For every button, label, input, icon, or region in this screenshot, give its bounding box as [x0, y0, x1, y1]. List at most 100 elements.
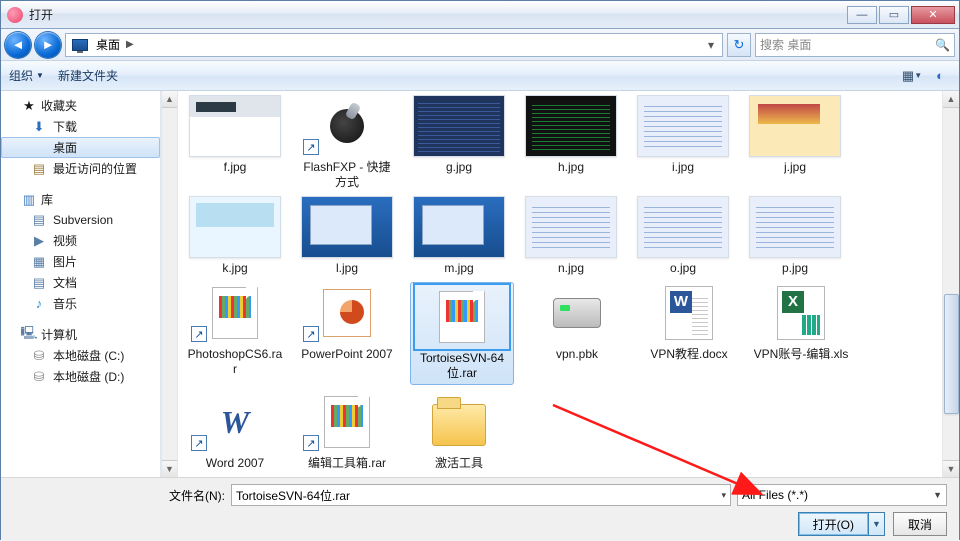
- document-icon: ▤: [31, 275, 47, 291]
- filetype-select[interactable]: All Files (*.*)▼: [737, 484, 947, 506]
- file-item[interactable]: o.jpg: [634, 196, 732, 276]
- file-label: VPN账号-编辑.xls: [754, 347, 849, 362]
- file-item[interactable]: f.jpg: [186, 95, 284, 190]
- open-dropdown[interactable]: ▼: [869, 512, 885, 536]
- desktop-icon: [31, 140, 47, 156]
- sidebar: ★收藏夹 ⬇下载 桌面 ▤最近访问的位置 ▥库 ▤Subversion ▶视频 …: [1, 91, 161, 477]
- breadcrumb-item[interactable]: 桌面: [92, 36, 124, 53]
- shortcut-icon: ↗: [303, 435, 319, 451]
- filename-input[interactable]: TortoiseSVN-64位.rar▾: [231, 484, 731, 506]
- file-thumbnail: [531, 282, 623, 344]
- file-thumbnail: ↗: [301, 391, 393, 453]
- cancel-button[interactable]: 取消: [893, 512, 947, 536]
- minimize-button[interactable]: —: [847, 6, 877, 24]
- file-label: PhotoshopCS6.rar: [186, 347, 284, 377]
- sidebar-item-documents[interactable]: ▤文档: [1, 272, 160, 293]
- close-button[interactable]: ✕: [911, 6, 955, 24]
- sidebar-scrollbar[interactable]: ▲ ▼: [161, 91, 178, 477]
- file-scrollbar[interactable]: ▲ ▼: [942, 91, 959, 477]
- computer-header[interactable]: 🖳计算机: [1, 324, 160, 345]
- file-thumbnail: W↗: [189, 391, 281, 453]
- file-item[interactable]: ↗编辑工具箱.rar: [298, 391, 396, 471]
- sidebar-item-drive-d[interactable]: ⛁本地磁盘 (D:): [1, 366, 160, 387]
- drive-icon: ⛁: [31, 369, 47, 385]
- file-item[interactable]: h.jpg: [522, 95, 620, 190]
- file-thumbnail: [416, 286, 508, 348]
- file-thumbnail: [643, 282, 735, 344]
- download-icon: ⬇: [31, 119, 47, 135]
- file-item[interactable]: m.jpg: [410, 196, 508, 276]
- drive-icon: ⛁: [31, 348, 47, 364]
- maximize-button[interactable]: ▭: [879, 6, 909, 24]
- file-item[interactable]: g.jpg: [410, 95, 508, 190]
- sidebar-computer: 🖳计算机 ⛁本地磁盘 (C:) ⛁本地磁盘 (D:): [1, 324, 160, 387]
- sidebar-item-music[interactable]: ♪音乐: [1, 293, 160, 314]
- file-label: VPN教程.docx: [650, 347, 727, 362]
- file-label: p.jpg: [782, 261, 808, 276]
- file-thumbnail: [755, 282, 847, 344]
- file-thumbnail: [637, 196, 729, 258]
- file-label: FlashFXP - 快捷方式: [298, 160, 396, 190]
- address-dropdown[interactable]: ▾: [702, 38, 720, 52]
- sidebar-item-videos[interactable]: ▶视频: [1, 230, 160, 251]
- file-item[interactable]: vpn.pbk: [528, 282, 626, 385]
- back-button[interactable]: ◄: [5, 32, 31, 58]
- organize-button[interactable]: 组织▼: [9, 67, 44, 84]
- scrollbar-thumb[interactable]: [944, 294, 959, 414]
- file-pane[interactable]: f.jpg↗FlashFXP - 快捷方式g.jpgh.jpgi.jpgj.jp…: [178, 91, 942, 477]
- search-placeholder: 搜索 桌面: [760, 36, 811, 53]
- library-icon: ▥: [21, 192, 37, 208]
- sidebar-item-downloads[interactable]: ⬇下载: [1, 116, 160, 137]
- address-bar[interactable]: 桌面 ▶ ▾: [65, 33, 723, 57]
- file-item[interactable]: W↗Word 2007: [186, 391, 284, 471]
- sidebar-item-drive-c[interactable]: ⛁本地磁盘 (C:): [1, 345, 160, 366]
- file-item[interactable]: p.jpg: [746, 196, 844, 276]
- file-item[interactable]: TortoiseSVN-64位.rar: [410, 282, 514, 385]
- file-item[interactable]: ↗PowerPoint 2007: [298, 282, 396, 385]
- search-input[interactable]: 搜索 桌面 🔍: [755, 33, 955, 57]
- scroll-down-icon[interactable]: ▼: [162, 460, 177, 477]
- file-thumbnail: [749, 95, 841, 157]
- file-icon: ▤: [31, 212, 47, 228]
- file-item[interactable]: j.jpg: [746, 95, 844, 190]
- file-thumbnail: [525, 95, 617, 157]
- sidebar-item-subversion[interactable]: ▤Subversion: [1, 210, 160, 230]
- file-label: f.jpg: [224, 160, 247, 175]
- file-item[interactable]: VPN账号-编辑.xls: [752, 282, 850, 385]
- file-item[interactable]: ↗FlashFXP - 快捷方式: [298, 95, 396, 190]
- scroll-down-icon[interactable]: ▼: [943, 460, 959, 477]
- open-button[interactable]: 打开(O): [798, 512, 869, 536]
- sidebar-favorites: ★收藏夹 ⬇下载 桌面 ▤最近访问的位置: [1, 95, 160, 179]
- file-label: g.jpg: [446, 160, 472, 175]
- sidebar-item-pictures[interactable]: ▦图片: [1, 251, 160, 272]
- file-item[interactable]: VPN教程.docx: [640, 282, 738, 385]
- new-folder-button[interactable]: 新建文件夹: [58, 67, 118, 84]
- search-icon: 🔍: [935, 38, 950, 52]
- file-item[interactable]: i.jpg: [634, 95, 732, 190]
- shortcut-icon: ↗: [191, 435, 207, 451]
- sidebar-item-recent[interactable]: ▤最近访问的位置: [1, 158, 160, 179]
- file-item[interactable]: l.jpg: [298, 196, 396, 276]
- file-item[interactable]: ↗PhotoshopCS6.rar: [186, 282, 284, 385]
- file-item[interactable]: k.jpg: [186, 196, 284, 276]
- file-label: o.jpg: [670, 261, 696, 276]
- libraries-header[interactable]: ▥库: [1, 189, 160, 210]
- window-title: 打开: [29, 6, 847, 23]
- sidebar-item-desktop[interactable]: 桌面: [1, 137, 160, 158]
- music-icon: ♪: [31, 296, 47, 312]
- refresh-button[interactable]: ↻: [727, 33, 751, 57]
- scroll-up-icon[interactable]: ▲: [943, 91, 959, 108]
- favorites-header[interactable]: ★收藏夹: [1, 95, 160, 116]
- titlebar: 打开 — ▭ ✕: [1, 1, 959, 29]
- file-thumbnail: [189, 196, 281, 258]
- file-item[interactable]: n.jpg: [522, 196, 620, 276]
- forward-button[interactable]: ►: [35, 32, 61, 58]
- scroll-up-icon[interactable]: ▲: [162, 91, 177, 108]
- view-options-button[interactable]: ▦ ▼: [901, 66, 923, 86]
- help-button[interactable]: ◐: [929, 66, 951, 86]
- file-item[interactable]: 激活工具: [410, 391, 508, 471]
- picture-icon: ▦: [31, 254, 47, 270]
- chevron-down-icon: ▼: [36, 71, 44, 80]
- file-label: l.jpg: [336, 261, 358, 276]
- chevron-right-icon[interactable]: ▶: [124, 39, 136, 50]
